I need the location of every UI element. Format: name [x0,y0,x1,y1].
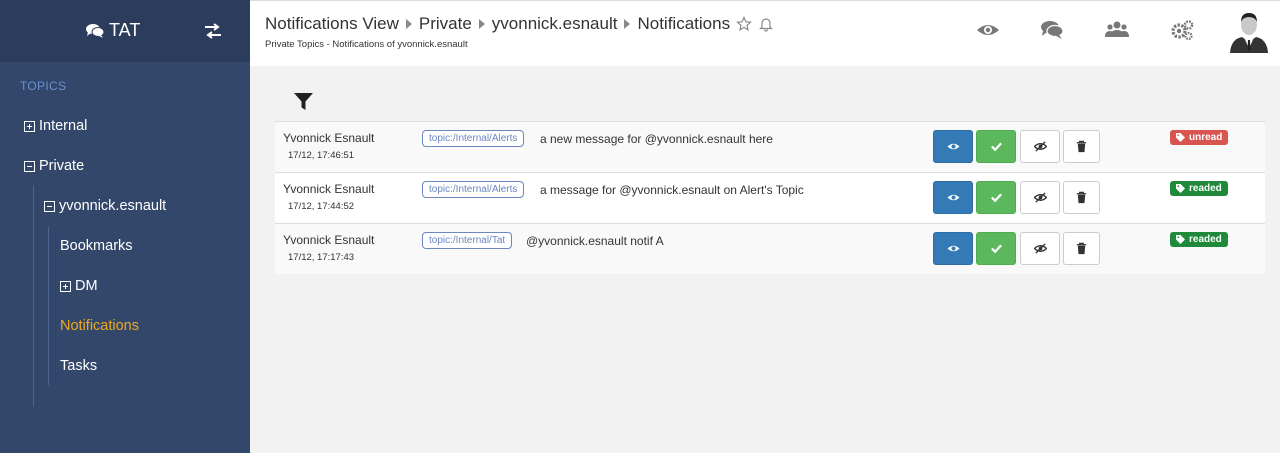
sidebar-item-label: Internal [39,118,88,134]
topic-label[interactable]: topic:/Internal/Alerts [422,181,525,198]
bell-icon[interactable] [758,16,774,32]
tag-icon [1176,235,1185,244]
caret-right-icon [624,19,631,29]
trash-icon [1076,242,1087,255]
status-label: readed [1189,183,1222,194]
avatar[interactable] [1228,9,1270,53]
check-icon [990,244,1002,254]
tree-line [33,185,34,407]
message-author: Yvonnick Esnault [283,131,375,145]
mark-unread-button[interactable] [1020,130,1060,163]
brand-name: TAT [109,20,141,40]
breadcrumb-item[interactable]: Notifications View [265,14,399,34]
page-subtitle: Private Topics - Notifications of yvonni… [265,39,468,50]
sidebar-item-notifications[interactable]: Notifications [60,318,139,334]
topics-section-label: TOPICS [20,79,67,93]
message-text: a new message for @yvonnick.esnault here [540,132,773,146]
table-row: Yvonnick Esnault 17/12, 17:46:51 topic:/… [275,121,1265,172]
chat-icon[interactable] [1040,19,1064,41]
message-text: @yvonnick.esnault notif A [526,234,664,248]
status-label: readed [1189,234,1222,245]
gears-icon[interactable] [1170,19,1194,41]
topic-label[interactable]: topic:/Internal/Tat [422,232,513,249]
view-button[interactable] [933,232,973,265]
sidebar-item-tasks[interactable]: Tasks [60,358,97,374]
check-icon [990,193,1002,203]
expand-icon [60,280,71,292]
message-text: a message for @yvonnick.esnault on Alert… [540,183,804,197]
view-button[interactable] [933,130,973,163]
top-header: Notifications View Private yvonnick.esna… [250,0,1280,66]
mark-done-button[interactable] [976,232,1016,265]
eye-icon [946,143,960,150]
message-time: 17/12, 17:46:51 [288,150,355,161]
sidebar-header: TAT [0,0,250,62]
status-badge: readed [1170,232,1228,247]
expand-icon [24,120,35,132]
delete-button[interactable] [1063,130,1100,163]
eye-icon [946,245,960,252]
sidebar-item-dm[interactable]: DM [60,278,98,294]
topic-label[interactable]: topic:/Internal/Alerts [422,130,525,147]
caret-right-icon [405,19,412,29]
message-author: Yvonnick Esnault [283,233,375,247]
trash-icon [1076,191,1087,204]
message-author: Yvonnick Esnault [283,182,375,196]
breadcrumb-item[interactable]: Notifications [637,14,730,34]
eye-slash-icon [1033,141,1047,152]
sidebar-item-user[interactable]: yvonnick.esnault [44,198,166,214]
tree-line [48,227,49,385]
star-icon[interactable] [736,16,753,32]
eye-icon [946,194,960,201]
tag-icon [1176,133,1185,142]
table-row: Yvonnick Esnault 17/12, 17:17:43 topic:/… [275,223,1265,274]
delete-button[interactable] [1063,232,1100,265]
table-row: Yvonnick Esnault 17/12, 17:44:52 topic:/… [275,172,1265,223]
status-badge: unread [1170,130,1229,145]
mark-done-button[interactable] [976,130,1016,163]
delete-button[interactable] [1063,181,1100,214]
breadcrumb: Notifications View Private yvonnick.esna… [265,14,774,34]
sidebar-item-internal[interactable]: Internal [24,118,87,134]
breadcrumb-item[interactable]: Private [419,14,472,34]
filter-icon[interactable] [294,93,313,111]
collapse-icon [44,200,55,212]
status-label: unread [1189,132,1223,143]
eye-slash-icon [1033,192,1047,203]
sidebar-item-label: yvonnick.esnault [59,198,167,214]
eye-slash-icon [1033,243,1047,254]
sidebar-item-bookmarks[interactable]: Bookmarks [60,238,133,254]
swap-icon[interactable] [203,22,223,40]
brand[interactable]: TAT [86,20,140,41]
breadcrumb-item[interactable]: yvonnick.esnault [492,14,618,34]
message-time: 17/12, 17:44:52 [288,201,355,212]
sidebar-item-label: Private [39,158,85,174]
collapse-icon [24,160,35,172]
sidebar-item-label: Tasks [60,358,98,374]
check-icon [990,142,1002,152]
notifications-table: Yvonnick Esnault 17/12, 17:46:51 topic:/… [275,121,1265,274]
view-button[interactable] [933,181,973,214]
status-badge: readed [1170,181,1228,196]
trash-icon [1076,140,1087,153]
users-icon[interactable] [1105,19,1129,41]
mark-done-button[interactable] [976,181,1016,214]
sidebar-item-label: Bookmarks [60,238,133,254]
sidebar-item-private[interactable]: Private [24,158,84,174]
mark-unread-button[interactable] [1020,181,1060,214]
message-time: 17/12, 17:17:43 [288,252,355,263]
mark-unread-button[interactable] [1020,232,1060,265]
comments-icon [86,23,104,38]
tag-icon [1176,184,1185,193]
eye-icon[interactable] [976,19,1000,41]
sidebar-item-label: DM [75,278,98,294]
sidebar: TAT TOPICS Internal Private yvonnick.esn… [0,0,250,453]
sidebar-item-label: Notifications [60,318,139,334]
caret-right-icon [478,19,485,29]
